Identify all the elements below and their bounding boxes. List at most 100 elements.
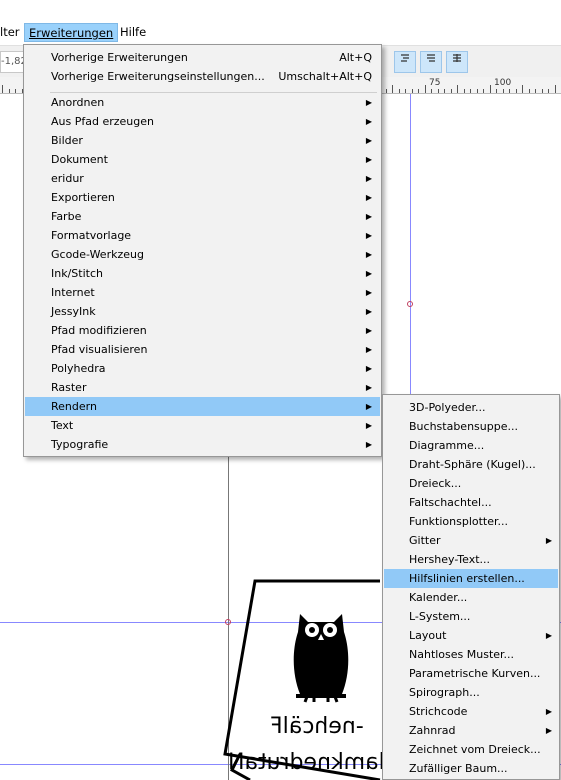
ruler-tick [405, 89, 406, 93]
document-text-line1: -nehcälF [270, 714, 364, 739]
menu-item-jessyink[interactable]: JessyInk ▶ [25, 302, 380, 321]
menu-extensions-label: Erweiterungen [29, 26, 114, 40]
menu-item-formatvorlage[interactable]: Formatvorlage ▶ [25, 226, 380, 245]
submenu-item-label: Zeichnet vom Dreieck... [409, 743, 541, 756]
submenu-arrow-icon: ▶ [545, 631, 552, 640]
menu-item-label: Internet [51, 286, 95, 299]
menu-item-ink-stitch[interactable]: Ink/Stitch ▶ [25, 264, 380, 283]
submenu-item-layout[interactable]: Layout ▶ [384, 626, 558, 645]
submenu-item-label: Faltschachtel... [409, 496, 492, 509]
menu-item-label: Polyhedra [51, 362, 106, 375]
align-button-2[interactable] [420, 51, 442, 73]
submenu-arrow-icon: ▶ [365, 345, 372, 354]
submenu-item-label: L-System... [409, 610, 471, 623]
menu-item-farbe[interactable]: Farbe ▶ [25, 207, 380, 226]
submenu-item-faltschachtel[interactable]: Faltschachtel... [384, 493, 558, 512]
menu-item-typografie[interactable]: Typografie ▶ [25, 435, 380, 454]
submenu-item-funktionsplotter[interactable]: Funktionsplotter... [384, 512, 558, 531]
menu-item-label: Typografie [51, 438, 109, 451]
align-icon [427, 54, 435, 62]
menu-item-anordnen[interactable]: Anordnen ▶ [25, 93, 380, 112]
submenu-arrow-icon: ▶ [545, 707, 552, 716]
submenu-arrow-icon: ▶ [365, 117, 372, 126]
menu-item-polyhedra[interactable]: Polyhedra ▶ [25, 359, 380, 378]
menu-item-rendern[interactable]: Rendern ▶ [25, 397, 380, 416]
submenu-item-buchstabensuppe[interactable]: Buchstabensuppe... [384, 417, 558, 436]
menu-item-label: eridur [51, 172, 84, 185]
menu-item-internet[interactable]: Internet ▶ [25, 283, 380, 302]
submenu-item-diagramme[interactable]: Diagramme... [384, 436, 558, 455]
submenu-item-dreieck[interactable]: Dreieck... [384, 474, 558, 493]
submenu-item-zahnrad[interactable]: Zahnrad ▶ [384, 721, 558, 740]
submenu-item-zuf-lliger-baum[interactable]: Zufälliger Baum... [384, 759, 558, 778]
grid-icon [453, 54, 461, 62]
align-button-3[interactable] [446, 51, 468, 73]
menu-item-eridur[interactable]: eridur ▶ [25, 169, 380, 188]
submenu-arrow-icon: ▶ [365, 269, 372, 278]
render-submenu: 3D-Polyeder... Buchstabensuppe... Diagramm… [382, 394, 560, 780]
ruler-tick [528, 89, 530, 93]
menu-item-label: Bilder [51, 134, 83, 147]
submenu-item-kalender[interactable]: Kalender... [384, 588, 558, 607]
ruler-tick [437, 89, 439, 93]
submenu-item-label: Diagramme... [409, 439, 485, 452]
ruler-label-75: 75 [429, 78, 441, 88]
submenu-item-label: 3D-Polyeder... [409, 401, 486, 414]
submenu-arrow-icon: ▶ [365, 402, 372, 411]
ruler-tick [431, 89, 432, 93]
submenu-item-3d-polyeder[interactable]: 3D-Polyeder... [384, 398, 558, 417]
menu-item-label: Rendern [51, 400, 97, 413]
ruler-label-100: 100 [494, 78, 512, 88]
menu-item-label: Text [51, 419, 74, 432]
ruler-tick [418, 89, 419, 93]
document-text-line2: lamknedrutaN [228, 750, 385, 775]
submenu-item-spirograph[interactable]: Spirograph... [384, 683, 558, 702]
menu-item-gcode-werkzeug[interactable]: Gcode-Werkzeug ▶ [25, 245, 380, 264]
submenu-item-l-system[interactable]: L-System... [384, 607, 558, 626]
menu-item-label: Pfad visualisieren [51, 343, 148, 356]
submenu-item-gitter[interactable]: Gitter ▶ [384, 531, 558, 550]
submenu-arrow-icon: ▶ [365, 326, 372, 335]
submenu-item-nahtloses-muster[interactable]: Nahtloses Muster... [384, 645, 558, 664]
menu-item-recent-0[interactable]: Vorherige Erweiterungen Alt+Q [25, 48, 380, 67]
menu-item-label: Pfad modifizieren [51, 324, 147, 337]
menu-item-recent-1[interactable]: Vorherige Erweiterungseinstellungen... Um… [25, 67, 380, 86]
menu-item-exportieren[interactable]: Exportieren ▶ [25, 188, 380, 207]
menu-item-text[interactable]: Text ▶ [25, 416, 380, 435]
submenu-arrow-icon: ▶ [365, 421, 372, 430]
ruler-tick [411, 89, 413, 93]
menu-item-label: Exportieren [51, 191, 115, 204]
menu-item-label: JessyInk [51, 305, 96, 318]
submenu-arrow-icon: ▶ [545, 726, 552, 735]
menu-item-aus-pfad-erzeugen[interactable]: Aus Pfad erzeugen ▶ [25, 112, 380, 131]
submenu-item-hershey-text[interactable]: Hershey-Text... [384, 550, 558, 569]
menu-item-raster[interactable]: Raster ▶ [25, 378, 380, 397]
menu-extensions[interactable]: Erweiterungen [24, 23, 119, 42]
align-button-1[interactable] [394, 51, 416, 73]
submenu-item-strichcode[interactable]: Strichcode ▶ [384, 702, 558, 721]
ruler-tick [457, 85, 458, 93]
menu-item-dokument[interactable]: Dokument ▶ [25, 150, 380, 169]
ruler-tick [470, 89, 471, 93]
menu-help[interactable]: Hilfe [116, 23, 150, 42]
submenu-item-label: Parametrische Kurven... [409, 667, 541, 680]
ruler-tick [450, 89, 452, 93]
ruler-tick [502, 89, 504, 93]
menu-item-bilder[interactable]: Bilder ▶ [25, 131, 380, 150]
submenu-arrow-icon: ▶ [365, 364, 372, 373]
submenu-item-label: Draht-Sphäre (Kugel)... [409, 458, 536, 471]
submenu-arrow-icon: ▶ [365, 383, 372, 392]
submenu-item-parametrische-kurven[interactable]: Parametrische Kurven... [384, 664, 558, 683]
menu-filter-partial[interactable]: lter [0, 23, 24, 42]
submenu-arrow-icon: ▶ [545, 536, 552, 545]
submenu-item-label: Buchstabensuppe... [409, 420, 518, 433]
ruler-tick [385, 89, 387, 93]
submenu-item-label: Zufälliger Baum... [409, 762, 508, 775]
menu-item-label: Dokument [51, 153, 108, 166]
menu-item-pfad-modifizieren[interactable]: Pfad modifizieren ▶ [25, 321, 380, 340]
submenu-item-zeichnet-vom-dreieck[interactable]: Zeichnet vom Dreieck... [384, 740, 558, 759]
menu-item-pfad-visualisieren[interactable]: Pfad visualisieren ▶ [25, 340, 380, 359]
submenu-item-draht-sph-re-kugel[interactable]: Draht-Sphäre (Kugel)... [384, 455, 558, 474]
submenu-item-hilfslinien-erstellen[interactable]: Hilfslinien erstellen... [384, 569, 558, 588]
ruler-tick [509, 89, 510, 93]
